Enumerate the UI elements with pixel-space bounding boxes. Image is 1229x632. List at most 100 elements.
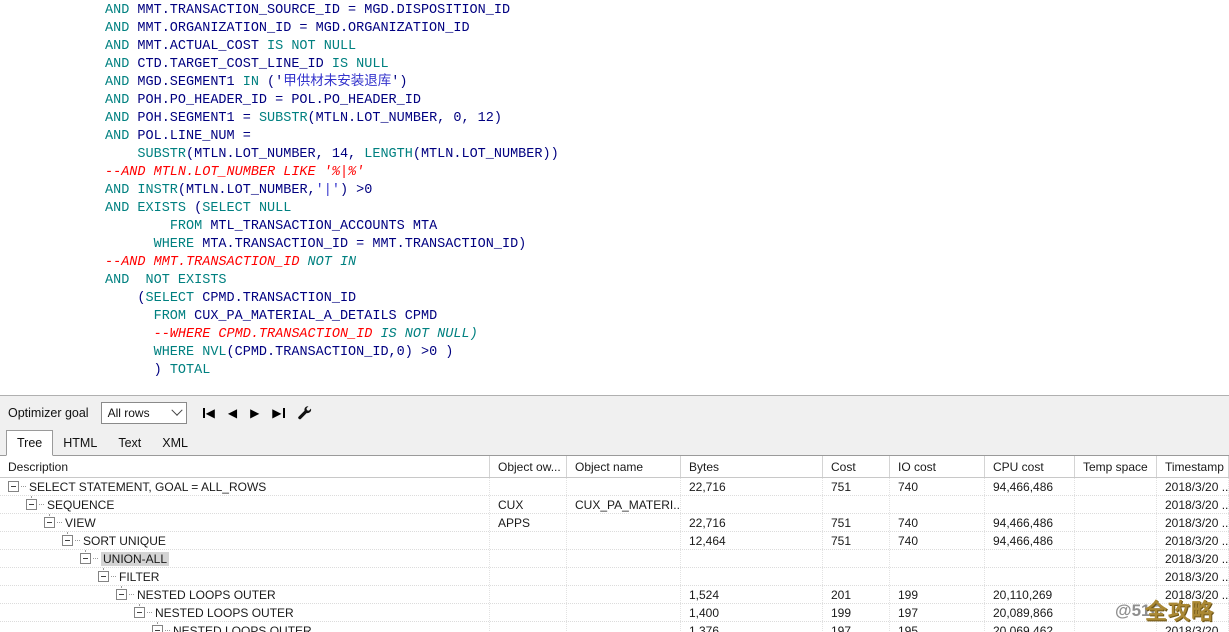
optimizer-goal-value: All rows <box>108 406 150 420</box>
owner-cell <box>490 550 567 567</box>
collapse-minus-icon[interactable] <box>152 625 163 632</box>
sql-code-line-7: AND POH.SEGMENT1 = SUBSTR(MTLN.LOT_NUMBE… <box>105 110 1229 128</box>
sql-code-line-17: (SELECT CPMD.TRANSACTION_ID <box>105 290 1229 308</box>
collapse-minus-icon[interactable] <box>116 589 127 600</box>
bytes-cell <box>681 568 823 585</box>
sql-code-line-9: SUBSTR(MTLN.LOT_NUMBER, 14, LENGTH(MTLN.… <box>105 146 1229 164</box>
cost-cell: 751 <box>823 514 890 531</box>
optimizer-goal-dropdown[interactable]: All rows <box>101 402 187 424</box>
owner-cell: CUX <box>490 496 567 513</box>
cpu-cost-cell: 20,110,269 <box>985 586 1075 603</box>
cost-cell: 751 <box>823 532 890 549</box>
settings-wrench-icon[interactable] <box>297 405 312 420</box>
record-navigation-buttons: ◀ ◀ ▶ ▶ <box>203 407 285 419</box>
column-header-object-ow[interactable]: Object ow... <box>490 456 567 477</box>
temp-space-cell <box>1075 532 1157 549</box>
description-cell: NESTED LOOPS OUTER <box>0 622 490 632</box>
temp-space-cell <box>1075 604 1157 621</box>
plan-operation-label: UNION-ALL <box>101 552 169 566</box>
tab-text[interactable]: Text <box>107 431 152 455</box>
timestamp-cell <box>1157 604 1229 621</box>
plan-tree-row[interactable]: SEQUENCECUXCUX_PA_MATERI...2018/3/20 ... <box>0 496 1229 514</box>
description-cell: NESTED LOOPS OUTER <box>0 586 490 603</box>
io-cost-cell <box>890 496 985 513</box>
grid-header-row: DescriptionObject ow...Object nameBytesC… <box>0 456 1229 478</box>
plan-operation-label: NESTED LOOPS OUTER <box>173 624 312 632</box>
name-cell <box>567 604 681 621</box>
last-record-button[interactable]: ▶ <box>272 407 284 419</box>
collapse-minus-icon[interactable] <box>26 499 37 510</box>
column-header-timestamp[interactable]: Timestamp <box>1157 456 1229 477</box>
previous-record-button[interactable]: ◀ <box>228 407 237 419</box>
cpu-cost-cell: 94,466,486 <box>985 478 1075 495</box>
first-record-button[interactable]: ◀ <box>203 407 215 419</box>
tab-xml[interactable]: XML <box>152 431 198 455</box>
cpu-cost-cell <box>985 568 1075 585</box>
timestamp-cell: 2018/3/20 ... <box>1157 586 1229 603</box>
column-header-bytes[interactable]: Bytes <box>681 456 823 477</box>
name-cell <box>567 514 681 531</box>
collapse-minus-icon[interactable] <box>62 535 73 546</box>
column-header-cpu-cost[interactable]: CPU cost <box>985 456 1075 477</box>
plan-tree-row[interactable]: VIEWAPPS22,71675174094,466,4862018/3/20 … <box>0 514 1229 532</box>
io-cost-cell: 199 <box>890 586 985 603</box>
tab-html[interactable]: HTML <box>53 431 107 455</box>
temp-space-cell <box>1075 568 1157 585</box>
bytes-cell: 1,376 <box>681 622 823 632</box>
next-record-button[interactable]: ▶ <box>250 407 259 419</box>
plan-operation-label: NESTED LOOPS OUTER <box>155 606 294 620</box>
plan-toolbar: Optimizer goal All rows ◀◀▶▶ <box>0 396 1229 429</box>
timestamp-cell: 2018/3/20 ... <box>1157 478 1229 495</box>
column-header-io-cost[interactable]: IO cost <box>890 456 985 477</box>
plan-operation-label: SELECT STATEMENT, GOAL = ALL_ROWS <box>29 480 266 494</box>
collapse-minus-icon[interactable] <box>8 481 19 492</box>
owner-cell <box>490 568 567 585</box>
bytes-cell <box>681 550 823 567</box>
plan-tree-row[interactable]: FILTER2018/3/20 ... <box>0 568 1229 586</box>
sql-code-line-11: AND INSTR(MTLN.LOT_NUMBER,'|') >0 <box>105 182 1229 200</box>
plan-tree-row[interactable]: SORT UNIQUE12,46475174094,466,4862018/3/… <box>0 532 1229 550</box>
column-header-object-name[interactable]: Object name <box>567 456 681 477</box>
owner-cell: APPS <box>490 514 567 531</box>
description-cell: UNION-ALL <box>0 550 490 567</box>
sql-editor[interactable]: AND MMT.TRANSACTION_SOURCE_ID = MGD.DISP… <box>0 0 1229 395</box>
collapse-minus-icon[interactable] <box>98 571 109 582</box>
tab-tree[interactable]: Tree <box>6 430 53 456</box>
sql-code-line-6: AND POH.PO_HEADER_ID = POL.PO_HEADER_ID <box>105 92 1229 110</box>
description-cell: NESTED LOOPS OUTER <box>0 604 490 621</box>
column-header-temp-space[interactable]: Temp space <box>1075 456 1157 477</box>
cost-cell: 201 <box>823 586 890 603</box>
collapse-minus-icon[interactable] <box>44 517 55 528</box>
cost-cell <box>823 568 890 585</box>
cost-cell: 199 <box>823 604 890 621</box>
chevron-down-icon <box>171 404 182 415</box>
collapse-minus-icon[interactable] <box>134 607 145 618</box>
plan-tree-row[interactable]: SELECT STATEMENT, GOAL = ALL_ROWS22,7167… <box>0 478 1229 496</box>
io-cost-cell: 197 <box>890 604 985 621</box>
column-header-description[interactable]: Description <box>0 456 490 477</box>
plan-operation-label: FILTER <box>119 570 159 584</box>
column-header-cost[interactable]: Cost <box>823 456 890 477</box>
collapse-minus-icon[interactable] <box>80 553 91 564</box>
description-cell: SORT UNIQUE <box>0 532 490 549</box>
sql-code-line-21: ) TOTAL <box>105 362 1229 380</box>
temp-space-cell <box>1075 586 1157 603</box>
io-cost-cell <box>890 568 985 585</box>
name-cell <box>567 622 681 632</box>
sql-code-line-19: --WHERE CPMD.TRANSACTION_ID IS NOT NULL) <box>105 326 1229 344</box>
description-cell: FILTER <box>0 568 490 585</box>
bytes-cell: 1,400 <box>681 604 823 621</box>
sql-code-line-4: AND CTD.TARGET_COST_LINE_ID IS NULL <box>105 56 1229 74</box>
cost-cell: 751 <box>823 478 890 495</box>
owner-cell <box>490 622 567 632</box>
timestamp-cell: 2018/3/20 ... <box>1157 532 1229 549</box>
plan-tree-row[interactable]: NESTED LOOPS OUTER1,40019919720,089,866 <box>0 604 1229 622</box>
name-cell <box>567 532 681 549</box>
description-cell: SELECT STATEMENT, GOAL = ALL_ROWS <box>0 478 490 495</box>
cpu-cost-cell <box>985 496 1075 513</box>
owner-cell <box>490 604 567 621</box>
plan-tree-row[interactable]: UNION-ALL2018/3/20 ... <box>0 550 1229 568</box>
plan-tree-row[interactable]: NESTED LOOPS OUTER1,52420119920,110,2692… <box>0 586 1229 604</box>
plan-tree-row[interactable]: NESTED LOOPS OUTER1,37619719520,069,4622… <box>0 622 1229 632</box>
grid-body: SELECT STATEMENT, GOAL = ALL_ROWS22,7167… <box>0 478 1229 632</box>
